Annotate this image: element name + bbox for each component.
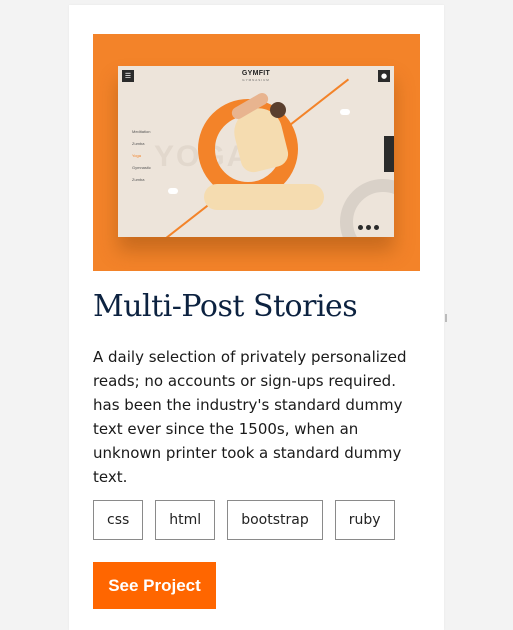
tag-css[interactable]: css [93, 500, 144, 540]
tag-html[interactable]: html [155, 500, 216, 540]
tech-tags: css html bootstrap ruby [93, 500, 395, 540]
yoga-figure-legs [204, 184, 324, 210]
scrollbar-handle[interactable] [445, 314, 447, 322]
mockup-menu-item: Meditation [132, 129, 151, 134]
tag-bootstrap[interactable]: bootstrap [227, 500, 323, 540]
mockup-menu-item: Gymnastic [132, 165, 151, 170]
website-mockup: ☰ ● GYMFIT GYMNASIUM YOGA Meditation Zum… [118, 66, 394, 237]
mockup-menu: Meditation Zumba Yoga Gymnastic Zumba [132, 129, 151, 189]
twitter-icon [366, 225, 371, 230]
mockup-brand: GYMFIT [241, 70, 271, 77]
project-description: A daily selection of privately personali… [93, 348, 407, 486]
tag-ruby[interactable]: ruby [334, 500, 395, 540]
mockup-brand-sub: GYMNASIUM [242, 78, 270, 82]
mockup-menu-item-active: Yoga [132, 153, 141, 158]
slider-chip [168, 188, 178, 194]
instagram-icon [374, 225, 379, 230]
project-title: Multi-Post Stories [93, 289, 358, 324]
project-card: ☰ ● GYMFIT GYMNASIUM YOGA Meditation Zum… [69, 5, 444, 630]
project-thumbnail[interactable]: ☰ ● GYMFIT GYMNASIUM YOGA Meditation Zum… [93, 34, 420, 271]
see-project-button[interactable]: See Project [93, 562, 216, 609]
facebook-icon [358, 225, 363, 230]
mockup-menu-item: Zumba [132, 141, 145, 146]
learn-more-tab [384, 136, 394, 172]
yoga-figure-head [270, 102, 286, 118]
slider-chip [340, 109, 350, 115]
mockup-menu-item: Zumba [132, 177, 145, 182]
